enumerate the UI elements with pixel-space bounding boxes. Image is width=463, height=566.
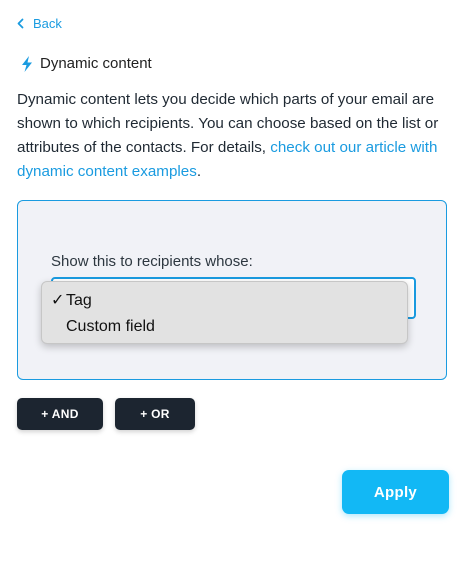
checkmark-icon: ✓	[51, 292, 65, 309]
back-link[interactable]: Back	[17, 16, 62, 31]
page-title: Dynamic content	[21, 55, 152, 72]
condition-label: Show this to recipients whose:	[51, 253, 253, 270]
add-and-button[interactable]: + AND	[17, 398, 103, 430]
condition-dropdown-menu: ✓ Tag Custom field	[41, 281, 408, 344]
add-or-button[interactable]: + OR	[115, 398, 195, 430]
back-label: Back	[33, 16, 62, 31]
chevron-left-icon	[17, 18, 24, 29]
page-title-text: Dynamic content	[40, 55, 152, 72]
dropdown-option-label: Custom field	[66, 318, 155, 335]
apply-button[interactable]: Apply	[342, 470, 449, 514]
dropdown-option-tag[interactable]: ✓ Tag	[42, 288, 407, 314]
dropdown-option-custom-field[interactable]: Custom field	[42, 314, 407, 340]
description-paragraph: Dynamic content lets you decide which pa…	[17, 88, 454, 184]
lightning-bolt-icon	[21, 55, 33, 72]
description-suffix: .	[196, 163, 202, 180]
dropdown-option-label: Tag	[66, 292, 92, 309]
